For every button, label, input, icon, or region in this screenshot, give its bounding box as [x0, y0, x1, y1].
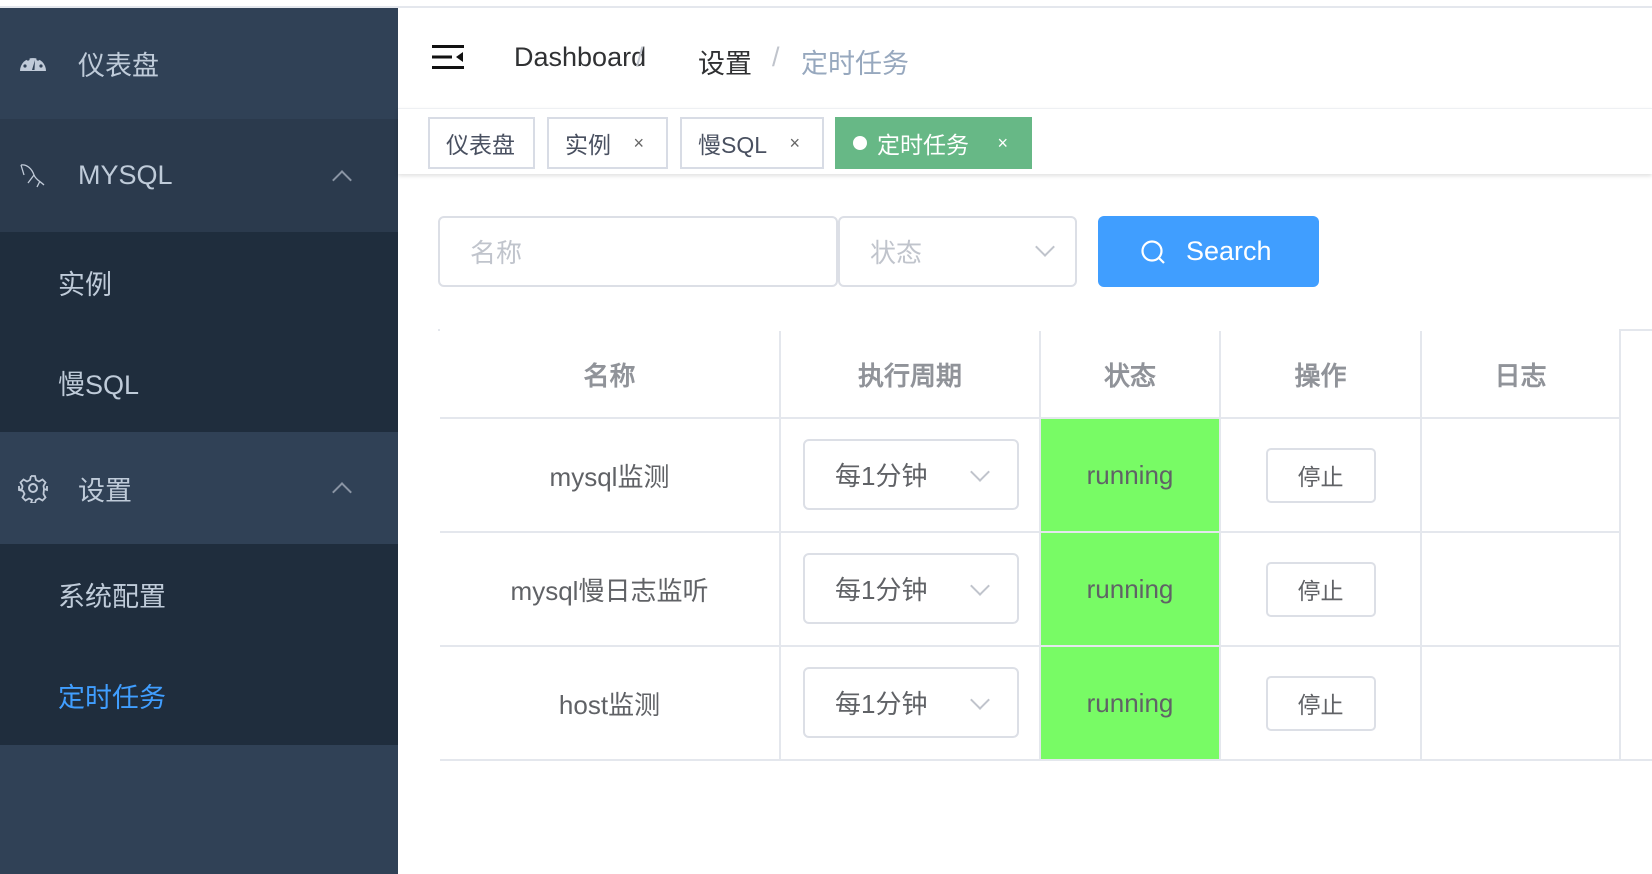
sidebar-item-label: 设置 [78, 475, 132, 506]
sidebar-item-label: 慢SQL [58, 369, 140, 400]
table-border [1619, 329, 1652, 331]
table-border [1619, 759, 1652, 761]
close-icon[interactable]: × [633, 133, 644, 154]
sidebar-item-slow-sql[interactable]: 慢SQL [0, 332, 398, 432]
tab-label: 慢SQL [698, 132, 768, 158]
action-cell: 停止 [1221, 533, 1422, 647]
tab-dashboard[interactable]: 仪表盘 [428, 117, 535, 169]
column-header-status: 状态 [1041, 331, 1221, 419]
task-name-cell: mysql监测 [440, 419, 781, 533]
log-cell [1422, 419, 1621, 533]
sidebar-item-label: 系统配置 [58, 582, 166, 612]
chevron-down-icon [970, 690, 990, 710]
breadcrumb-settings[interactable]: 设置 [698, 42, 752, 81]
tab-instances[interactable]: 实例 × [547, 117, 668, 169]
stop-button[interactable]: 停止 [1265, 561, 1376, 617]
column-header-action: 操作 [1221, 331, 1422, 419]
chevron-down-icon [970, 576, 990, 596]
task-name-cell: mysql慢日志监听 [440, 533, 781, 647]
status-select[interactable]: 状态 [838, 216, 1077, 287]
close-icon[interactable]: × [789, 133, 800, 154]
status-cell: running [1041, 647, 1221, 761]
breadcrumb-separator: / [772, 42, 780, 72]
chevron-down-icon [1035, 237, 1055, 257]
chevron-up-icon [332, 482, 352, 502]
status-cell: running [1041, 533, 1221, 647]
chevron-up-icon [332, 169, 352, 190]
period-select[interactable]: 每1分钟 [803, 439, 1019, 510]
column-header-name: 名称 [440, 331, 781, 419]
sidebar-item-dashboard[interactable]: 仪表盘 [0, 8, 398, 119]
stop-button[interactable]: 停止 [1265, 675, 1376, 731]
tab-label: 定时任务 [877, 132, 969, 158]
sidebar-item-scheduled-tasks[interactable]: 定时任务 [0, 645, 398, 745]
column-header-log: 日志 [1422, 331, 1621, 419]
period-value: 每1分钟 [835, 461, 928, 491]
period-value: 每1分钟 [835, 689, 928, 719]
sidebar-item-instances[interactable]: 实例 [0, 232, 398, 332]
mysql-dolphin-icon [20, 163, 45, 187]
log-cell [1422, 533, 1621, 647]
navbar: Dashboard / 设置 / 定时任务 [398, 8, 1652, 108]
stop-button[interactable]: 停止 [1265, 447, 1376, 503]
sidebar-item-label: MYSQL [78, 160, 173, 190]
tags-view: 仪表盘 实例 × 慢SQL × 定时任务 × [398, 108, 1652, 174]
log-cell [1422, 647, 1621, 761]
search-label: Search [1186, 236, 1272, 266]
name-input[interactable]: 名称 [438, 216, 838, 287]
tab-scheduled-tasks[interactable]: 定时任务 × [835, 117, 1032, 169]
top-border [0, 0, 1652, 8]
gear-icon [18, 475, 48, 503]
tab-label: 实例 [565, 132, 611, 158]
breadcrumb-dashboard[interactable]: Dashboard [514, 42, 646, 73]
period-cell: 每1分钟 [781, 533, 1041, 647]
action-cell: 停止 [1221, 419, 1422, 533]
column-header-period: 执行周期 [781, 331, 1041, 419]
sidebar-item-label: 实例 [58, 269, 112, 300]
period-cell: 每1分钟 [781, 419, 1041, 533]
name-placeholder: 名称 [470, 238, 523, 268]
period-select[interactable]: 每1分钟 [803, 667, 1019, 738]
sidebar-item-settings[interactable]: 设置 [0, 432, 398, 544]
task-name-cell: host监测 [440, 647, 781, 761]
period-value: 每1分钟 [835, 575, 928, 605]
period-select[interactable]: 每1分钟 [803, 553, 1019, 624]
status-placeholder: 状态 [870, 238, 923, 268]
period-cell: 每1分钟 [781, 647, 1041, 761]
menu-fold-icon[interactable] [432, 43, 464, 71]
breadcrumb-current: 定时任务 [801, 49, 909, 79]
sidebar-item-system-config[interactable]: 系统配置 [0, 544, 398, 645]
sidebar-item-label: 仪表盘 [78, 51, 159, 81]
close-icon[interactable]: × [997, 133, 1008, 154]
tab-slow-sql[interactable]: 慢SQL × [680, 117, 824, 169]
sidebar: 仪表盘 MYSQL 实例 慢SQL 设置 系统配置 定时任务 [0, 8, 398, 874]
tab-label: 仪表盘 [446, 132, 515, 158]
dashboard-icon [20, 54, 46, 71]
status-cell: running [1041, 419, 1221, 533]
search-icon [1141, 240, 1165, 264]
breadcrumb-separator: / [636, 42, 644, 72]
sidebar-item-label: 定时任务 [58, 682, 166, 713]
active-dot-icon [853, 136, 867, 150]
action-cell: 停止 [1221, 647, 1422, 761]
sidebar-item-mysql[interactable]: MYSQL [0, 119, 398, 232]
search-button[interactable]: Search [1098, 216, 1319, 287]
tasks-table: 名称 执行周期 状态 操作 日志 mysql监测 每1分钟 running 停止 mysql慢日志… [438, 329, 1621, 761]
chevron-down-icon [970, 462, 990, 482]
